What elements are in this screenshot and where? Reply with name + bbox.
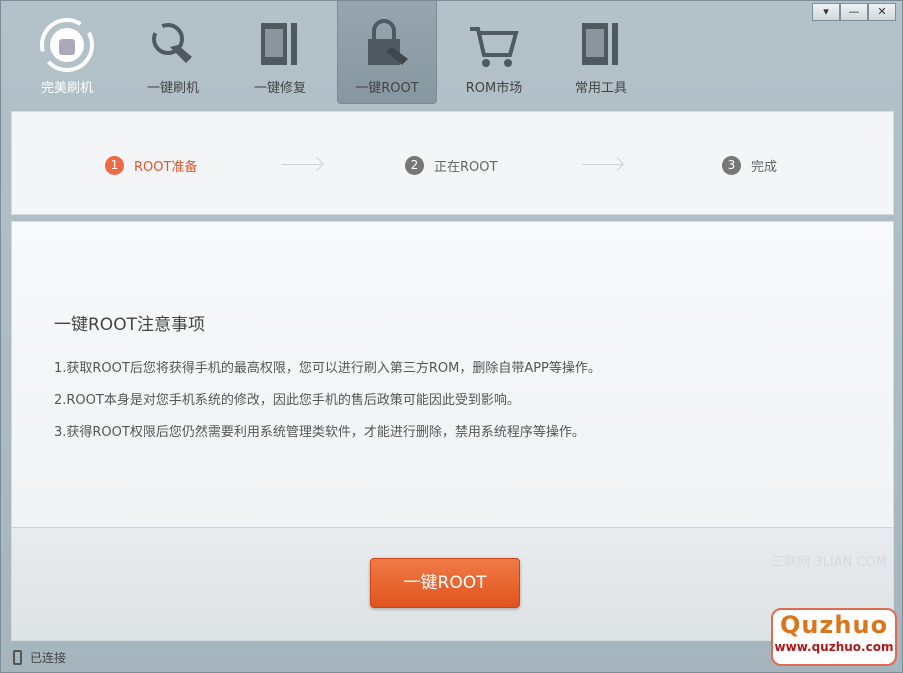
menu-button[interactable]: ▾	[812, 3, 840, 21]
root-content: 一键ROOT注意事项 1.获取ROOT后您将获得手机的最高权限，您可以进行刷入第…	[11, 221, 894, 641]
cart-icon	[444, 15, 544, 75]
connection-status: 已连接	[30, 650, 67, 665]
nav-one-click-flash[interactable]: 一键刷机	[123, 1, 223, 104]
nav-rom-market[interactable]: ROM市场	[444, 1, 544, 104]
minimize-button[interactable]: —	[840, 3, 868, 21]
step-1: 1 ROOT准备	[105, 156, 197, 175]
step-indicator: 1 ROOT准备 2 正在ROOT 3 完成	[11, 111, 894, 215]
phone-icon	[13, 649, 22, 665]
app-window: 完美刷机 一键刷机 一键修复 一键ROOT ROM市场 常用工具 ▾ — ✕ 1 RO…	[0, 0, 903, 673]
watermark: 三联网 3LIAN.COM	[771, 555, 887, 570]
nav-perfect-flash[interactable]: 完美刷机	[17, 1, 117, 104]
nav-common-tools[interactable]: 常用工具	[551, 1, 651, 104]
notice-item: 2.ROOT本身是对您手机系统的修改，因此您手机的售后政策可能因此受到影响。	[54, 393, 520, 408]
notice-item: 3.获得ROOT权限后您仍然需要利用系统管理类软件，才能进行删除，禁用系统程序等…	[54, 425, 585, 440]
top-nav: 完美刷机 一键刷机 一键修复 一键ROOT ROM市场 常用工具 ▾ — ✕	[1, 1, 903, 109]
action-footer: 一键ROOT 三联网 3LIAN.COM	[12, 527, 893, 640]
nav-one-click-root[interactable]: 一键ROOT	[337, 1, 437, 104]
lock-tap-icon	[338, 15, 436, 75]
notice-title: 一键ROOT注意事项	[54, 315, 205, 335]
tap-refresh-icon	[123, 15, 223, 75]
one-click-root-button[interactable]: 一键ROOT	[370, 558, 520, 608]
android-refresh-icon	[17, 15, 117, 75]
nav-one-click-repair[interactable]: 一键修复	[230, 1, 330, 104]
close-button[interactable]: ✕	[868, 3, 896, 21]
tools-icon	[551, 15, 651, 75]
step-2: 2 正在ROOT	[405, 156, 497, 175]
step-3: 3 完成	[722, 156, 777, 175]
status-bar: 已连接	[1, 642, 903, 672]
notice-item: 1.获取ROOT后您将获得手机的最高权限，您可以进行刷入第三方ROM，删除自带A…	[54, 361, 601, 376]
arrow-icon	[582, 164, 622, 165]
arrow-icon	[282, 164, 322, 165]
phone-wrench-icon	[230, 15, 330, 75]
site-logo: Quzhuo www.quzhuo.com	[771, 608, 897, 666]
